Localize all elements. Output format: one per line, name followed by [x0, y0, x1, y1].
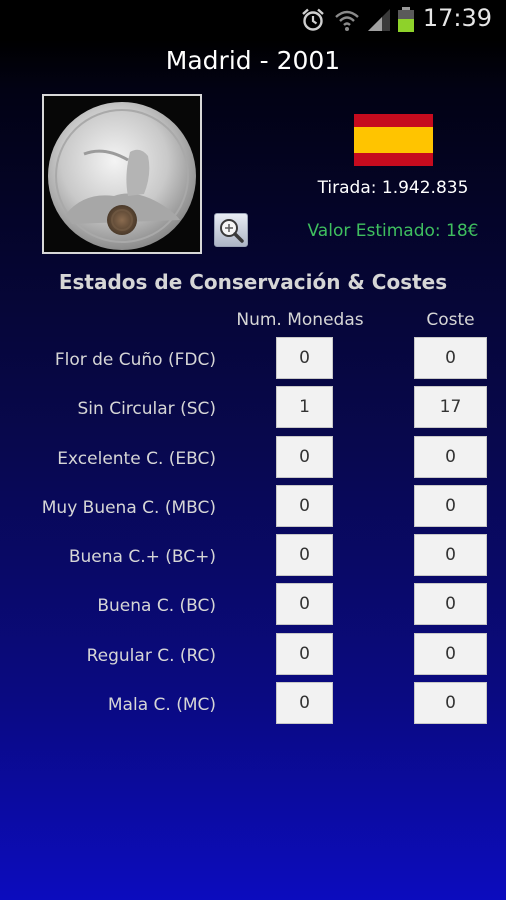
section-title: Estados de Conservación & Costes [58, 270, 448, 294]
signal-icon [368, 9, 390, 31]
cost-field[interactable]: 0 [414, 337, 487, 379]
spain-flag [354, 114, 433, 166]
row-label: Mala C. (MC) [107, 695, 216, 715]
num-coins-field[interactable]: 0 [276, 485, 333, 527]
zoom-button[interactable] [214, 213, 248, 247]
wifi-icon [335, 10, 359, 31]
row-label: Sin Circular (SC) [77, 399, 216, 419]
status-time: 17:39 [422, 4, 492, 32]
column-header-num: Num. Monedas [236, 310, 364, 330]
row-label: Excelente C. (EBC) [57, 449, 216, 469]
cost-field[interactable]: 0 [414, 682, 487, 724]
alarm-icon [302, 8, 324, 31]
mintage-text: Tirada: 1.942.835 [317, 178, 469, 198]
num-coins-field[interactable]: 0 [276, 583, 333, 625]
num-coins-field[interactable]: 0 [276, 633, 333, 675]
num-coins-field[interactable]: 0 [276, 337, 333, 379]
row-label: Flor de Cuño (FDC) [54, 350, 216, 370]
row-label: Regular C. (RC) [86, 646, 216, 666]
page-title: Madrid - 2001 [165, 46, 341, 75]
coin-image[interactable] [42, 94, 202, 254]
column-header-cost: Coste [426, 310, 475, 330]
row-label: Muy Buena C. (MBC) [41, 498, 216, 518]
battery-icon [398, 7, 414, 32]
cost-field[interactable]: 0 [414, 436, 487, 478]
num-coins-field[interactable]: 0 [276, 682, 333, 724]
magnifier-icon [220, 219, 244, 243]
num-coins-field[interactable]: 0 [276, 436, 333, 478]
cost-field[interactable]: 17 [414, 386, 487, 428]
row-label: Buena C.+ (BC+) [68, 547, 216, 567]
estimated-value-text: Valor Estimado: 18€ [307, 221, 479, 241]
cost-field[interactable]: 0 [414, 485, 487, 527]
status-bar: 17:39 [0, 0, 506, 38]
row-label: Buena C. (BC) [97, 596, 216, 616]
cost-field[interactable]: 0 [414, 534, 487, 576]
num-coins-field[interactable]: 1 [276, 386, 333, 428]
cost-field[interactable]: 0 [414, 633, 487, 675]
num-coins-field[interactable]: 0 [276, 534, 333, 576]
cost-field[interactable]: 0 [414, 583, 487, 625]
